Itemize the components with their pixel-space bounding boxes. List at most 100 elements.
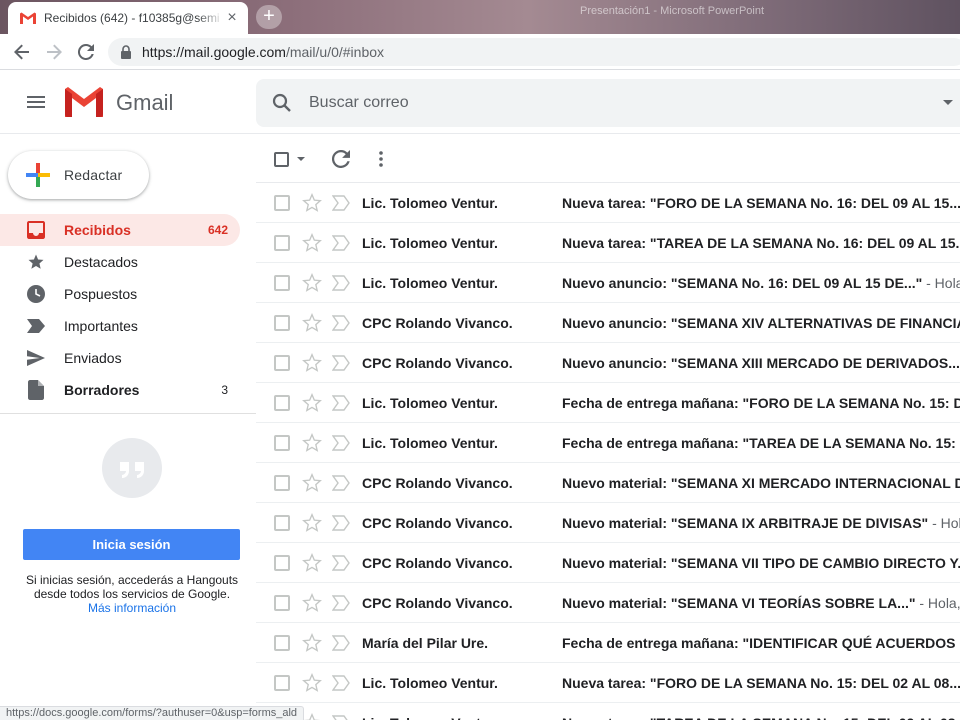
compose-label: Redactar [64, 167, 123, 183]
important-outline-icon[interactable] [332, 395, 350, 411]
star-outline-icon[interactable] [302, 673, 322, 693]
important-outline-icon[interactable] [332, 315, 350, 331]
star-outline-icon[interactable] [302, 313, 322, 333]
folder-list: Recibidos 642 Destacados Pospuestos Impo… [0, 214, 256, 406]
mail-row[interactable]: Lic. Tolomeo Ventur. Nueva tarea: "TAREA … [256, 223, 960, 263]
search-options-dropdown-icon[interactable] [943, 100, 953, 105]
star-outline-icon[interactable] [302, 473, 322, 493]
plus-icon [26, 163, 50, 187]
new-tab-button[interactable]: + [256, 5, 282, 29]
important-outline-icon[interactable] [332, 435, 350, 451]
forward-button[interactable] [42, 40, 66, 64]
star-outline-icon[interactable] [302, 553, 322, 573]
important-outline-icon[interactable] [332, 555, 350, 571]
row-checkbox[interactable] [274, 675, 290, 691]
star-outline-icon[interactable] [302, 713, 322, 720]
browser-tab[interactable]: Recibidos (642) - f10385g@semi × [8, 2, 248, 34]
search-icon[interactable] [270, 91, 294, 115]
row-checkbox[interactable] [274, 515, 290, 531]
reload-icon [78, 44, 94, 60]
gmail-header: Gmail Buscar correo [0, 70, 960, 134]
mail-row[interactable]: CPC Rolando Vivanco. Nuevo material: "SEM… [256, 583, 960, 623]
sidebar-item-snoozed[interactable]: Pospuestos [0, 278, 240, 310]
reload-button[interactable] [74, 40, 98, 64]
sidebar-item-sent[interactable]: Enviados [0, 342, 240, 374]
star-outline-icon[interactable] [302, 233, 322, 253]
hangouts-signin-button[interactable]: Inicia sesión [23, 529, 240, 560]
row-checkbox[interactable] [274, 475, 290, 491]
mail-row[interactable]: María del Pilar Ure. Fecha de entrega mañ… [256, 623, 960, 663]
important-outline-icon[interactable] [332, 275, 350, 291]
star-outline-icon[interactable] [302, 393, 322, 413]
mail-row[interactable]: Lic. Tolomeo Ventur. Nuevo anuncio: "SEMA… [256, 263, 960, 303]
row-checkbox[interactable] [274, 315, 290, 331]
mail-row[interactable]: Lic. Tolomeo Ventur. Nueva tarea: "TAREA … [256, 703, 960, 720]
star-outline-icon[interactable] [302, 353, 322, 373]
select-all-checkbox[interactable] [274, 149, 305, 169]
star-outline-icon[interactable] [302, 433, 322, 453]
important-outline-icon[interactable] [332, 635, 350, 651]
chevron-down-icon[interactable] [297, 157, 305, 161]
url-text: https://mail.google.com/mail/u/0/#inbox [142, 44, 385, 60]
star-outline-icon[interactable] [302, 273, 322, 293]
mail-sender: CPC Rolando Vivanco. [362, 595, 513, 611]
sidebar-item-starred[interactable]: Destacados [0, 246, 240, 278]
row-checkbox[interactable] [274, 555, 290, 571]
back-button[interactable] [10, 40, 34, 64]
star-outline-icon[interactable] [302, 593, 322, 613]
search-input[interactable]: Buscar correo [309, 94, 409, 112]
mail-row[interactable]: Lic. Tolomeo Ventur. Fecha de entrega mañ… [256, 423, 960, 463]
sidebar-item-drafts[interactable]: Borradores 3 [0, 374, 240, 406]
important-outline-icon[interactable] [332, 235, 350, 251]
mail-row[interactable]: CPC Rolando Vivanco. Nuevo anuncio: "SEMA… [256, 343, 960, 383]
mail-subject: Fecha de entrega mañana: "TAREA DE LA SE… [562, 435, 960, 451]
more-options-button[interactable] [378, 149, 384, 169]
mail-row[interactable]: Lic. Tolomeo Ventur. Nueva tarea: "FORO D… [256, 183, 960, 223]
mail-snippet: - Hola, J [932, 515, 960, 531]
row-checkbox[interactable] [274, 635, 290, 651]
star-outline-icon[interactable] [302, 193, 322, 213]
mail-row[interactable]: Lic. Tolomeo Ventur. Fecha de entrega mañ… [256, 383, 960, 423]
mail-row[interactable]: CPC Rolando Vivanco. Nuevo anuncio: "SEMA… [256, 303, 960, 343]
refresh-button[interactable] [332, 149, 350, 169]
mail-subject: Fecha de entrega mañana: "FORO DE LA SEM… [562, 395, 960, 411]
row-checkbox[interactable] [274, 195, 290, 211]
row-checkbox[interactable] [274, 395, 290, 411]
close-icon[interactable]: × [224, 10, 240, 26]
mail-toolbar [256, 135, 960, 183]
important-outline-icon[interactable] [332, 715, 350, 720]
main-menu-icon[interactable] [24, 90, 48, 114]
mail-row[interactable]: CPC Rolando Vivanco. Nuevo material: "SEM… [256, 503, 960, 543]
more-info-link[interactable]: Más información [16, 601, 248, 615]
mail-list: Lic. Tolomeo Ventur. Nueva tarea: "FORO D… [256, 183, 960, 720]
arrow-left-icon [14, 44, 29, 60]
background-window-title: Presentación1 - Microsoft PowerPoint [580, 5, 765, 17]
row-checkbox[interactable] [274, 275, 290, 291]
mail-row[interactable]: CPC Rolando Vivanco. Nuevo material: "SEM… [256, 463, 960, 503]
mail-row[interactable]: CPC Rolando Vivanco. Nuevo material: "SEM… [256, 543, 960, 583]
important-outline-icon[interactable] [332, 675, 350, 691]
important-outline-icon[interactable] [332, 515, 350, 531]
row-checkbox[interactable] [274, 235, 290, 251]
star-outline-icon[interactable] [302, 513, 322, 533]
row-checkbox[interactable] [274, 435, 290, 451]
address-bar[interactable]: https://mail.google.com/mail/u/0/#inbox [108, 38, 960, 66]
mail-row[interactable]: Lic. Tolomeo Ventur. Nueva tarea: "FORO D… [256, 663, 960, 703]
important-outline-icon[interactable] [332, 355, 350, 371]
important-outline-icon[interactable] [332, 475, 350, 491]
important-icon [26, 316, 46, 336]
hangouts-avatar [102, 438, 162, 498]
send-icon [26, 348, 46, 368]
sidebar-item-important[interactable]: Importantes [0, 310, 240, 342]
row-checkbox[interactable] [274, 355, 290, 371]
important-outline-icon[interactable] [332, 595, 350, 611]
mail-sender: CPC Rolando Vivanco. [362, 555, 513, 571]
search-bar[interactable]: Buscar correo [256, 79, 960, 127]
star-outline-icon[interactable] [302, 633, 322, 653]
gmail-logo-icon[interactable] [65, 87, 103, 117]
row-checkbox[interactable] [274, 595, 290, 611]
important-outline-icon[interactable] [332, 195, 350, 211]
compose-button[interactable]: Redactar [8, 151, 149, 199]
sidebar-item-inbox[interactable]: Recibidos 642 [0, 214, 240, 246]
browser-toolbar: https://mail.google.com/mail/u/0/#inbox [0, 34, 960, 70]
